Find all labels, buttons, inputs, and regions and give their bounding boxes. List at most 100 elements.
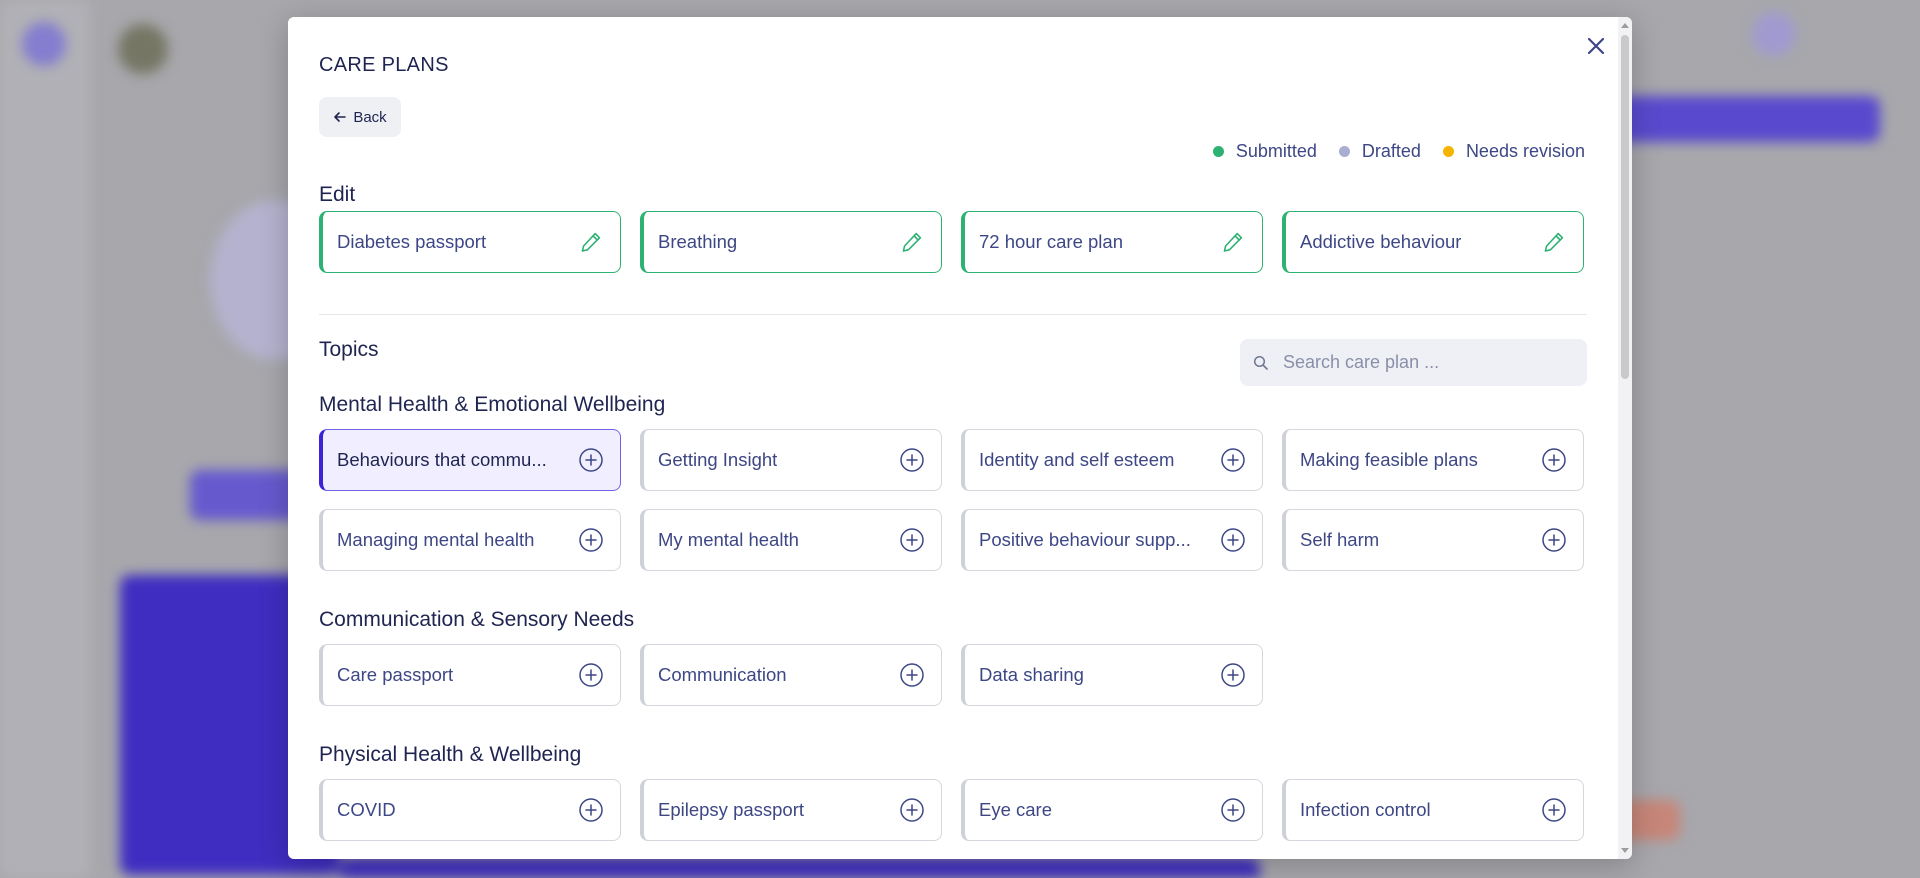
topic-card-label: Managing mental health: [337, 529, 535, 550]
search-bar[interactable]: [1240, 339, 1587, 386]
topic-card[interactable]: Identity and self esteem: [961, 429, 1263, 491]
topic-card[interactable]: Eye care: [961, 779, 1263, 841]
topic-card[interactable]: Care passport: [319, 644, 621, 706]
add-button[interactable]: [899, 662, 925, 688]
legend-item: Needs revision: [1442, 140, 1585, 162]
topic-card[interactable]: Data sharing: [961, 644, 1263, 706]
plus-circle-icon: [900, 448, 924, 472]
topic-card[interactable]: COVID: [319, 779, 621, 841]
edit-care-plan-card[interactable]: Addictive behaviour: [1282, 211, 1584, 273]
edit-care-plan-card[interactable]: Diabetes passport: [319, 211, 621, 273]
plus-circle-icon: [579, 663, 603, 687]
edit-care-plan-card[interactable]: 72 hour care plan: [961, 211, 1263, 273]
plus-circle-icon: [1221, 448, 1245, 472]
add-button[interactable]: [1220, 447, 1246, 473]
plus-circle-icon: [1542, 448, 1566, 472]
topic-card[interactable]: Getting Insight: [640, 429, 942, 491]
close-button[interactable]: [1581, 31, 1611, 61]
plus-circle-icon: [1221, 798, 1245, 822]
add-button[interactable]: [1541, 447, 1567, 473]
plus-circle-icon: [579, 798, 603, 822]
plus-circle-icon: [900, 528, 924, 552]
legend-label: Drafted: [1361, 140, 1421, 161]
edit-button[interactable]: [1220, 229, 1246, 255]
section-divider: [319, 314, 1587, 315]
topic-card[interactable]: Behaviours that commu...: [319, 429, 621, 491]
legend-label: Needs revision: [1465, 140, 1585, 161]
category-heading: Mental Health & Emotional Wellbeing: [319, 393, 666, 416]
topic-card-label: Infection control: [1300, 799, 1431, 820]
add-button[interactable]: [1220, 662, 1246, 688]
add-button[interactable]: [578, 797, 604, 823]
edit-button[interactable]: [578, 229, 604, 255]
topic-card-label: Communication: [658, 664, 787, 685]
add-button[interactable]: [578, 662, 604, 688]
topic-card-label: Care passport: [337, 664, 454, 685]
arrow-left-icon: [334, 112, 347, 122]
pencil-icon: [902, 232, 922, 252]
topic-card-label: Identity and self esteem: [979, 449, 1175, 470]
add-button[interactable]: [578, 527, 604, 553]
plus-circle-icon: [579, 448, 603, 472]
pencil-icon: [1544, 232, 1564, 252]
topic-card[interactable]: My mental health: [640, 509, 942, 571]
edit-button[interactable]: [899, 229, 925, 255]
back-button-label: Back: [353, 108, 387, 126]
topic-card-label: Behaviours that commu...: [337, 449, 547, 470]
add-button[interactable]: [1220, 797, 1246, 823]
plus-circle-icon: [1221, 528, 1245, 552]
edit-card-label: Addictive behaviour: [1300, 231, 1462, 252]
topic-card-label: Data sharing: [979, 664, 1084, 685]
topic-card-label: Epilepsy passport: [658, 799, 805, 820]
modal-scrollbar[interactable]: [1618, 17, 1632, 859]
legend-item: Drafted: [1338, 140, 1421, 162]
topic-card[interactable]: Making feasible plans: [1282, 429, 1584, 491]
topic-card-label: Positive behaviour supp...: [979, 529, 1191, 550]
plus-circle-icon: [900, 798, 924, 822]
topic-card[interactable]: Managing mental health: [319, 509, 621, 571]
add-button[interactable]: [1220, 527, 1246, 553]
close-icon: [1587, 37, 1605, 55]
status-dot-icon: [1212, 145, 1224, 157]
plus-circle-icon: [1542, 528, 1566, 552]
scroll-down-arrow-icon[interactable]: [1621, 848, 1629, 853]
add-button[interactable]: [578, 447, 604, 473]
category-heading: Communication & Sensory Needs: [319, 608, 635, 631]
topic-card[interactable]: Infection control: [1282, 779, 1584, 841]
search-input[interactable]: [1283, 352, 1563, 373]
topic-card-label: COVID: [337, 799, 396, 820]
modal-title: CARE PLANS: [319, 54, 449, 76]
topic-card-label: Self harm: [1300, 529, 1380, 550]
edit-card-label: Breathing: [658, 231, 738, 252]
topics-section-label: Topics: [319, 338, 379, 361]
topic-card[interactable]: Positive behaviour supp...: [961, 509, 1263, 571]
topic-card[interactable]: Communication: [640, 644, 942, 706]
edit-button[interactable]: [1541, 229, 1567, 255]
plus-circle-icon: [1221, 663, 1245, 687]
legend-item: Submitted: [1212, 141, 1317, 162]
topic-card-label: My mental health: [658, 529, 799, 550]
edit-card-label: Diabetes passport: [337, 231, 487, 252]
add-button[interactable]: [1541, 527, 1567, 553]
plus-circle-icon: [579, 528, 603, 552]
back-button[interactable]: Back: [319, 97, 401, 137]
status-dot-icon: [1338, 145, 1350, 157]
pencil-icon: [581, 232, 601, 252]
pencil-icon: [1223, 232, 1243, 252]
topic-card[interactable]: Self harm: [1282, 509, 1584, 571]
category-heading: Physical Health & Wellbeing: [319, 743, 582, 766]
status-legend: Submitted Drafted Needs revision: [1212, 140, 1585, 162]
add-button[interactable]: [899, 447, 925, 473]
scrollbar-thumb[interactable]: [1621, 35, 1629, 379]
add-button[interactable]: [899, 527, 925, 553]
care-plans-modal: CARE PLANS Back Submitted Drafted Needs re…: [288, 17, 1632, 859]
edit-section-label: Edit: [319, 183, 356, 206]
topic-card[interactable]: Epilepsy passport: [640, 779, 942, 841]
edit-care-plan-card[interactable]: Breathing: [640, 211, 942, 273]
scroll-up-arrow-icon[interactable]: [1621, 23, 1629, 28]
topic-card-label: Getting Insight: [658, 449, 778, 470]
add-button[interactable]: [1541, 797, 1567, 823]
search-icon: [1253, 355, 1268, 370]
plus-circle-icon: [900, 663, 924, 687]
add-button[interactable]: [899, 797, 925, 823]
